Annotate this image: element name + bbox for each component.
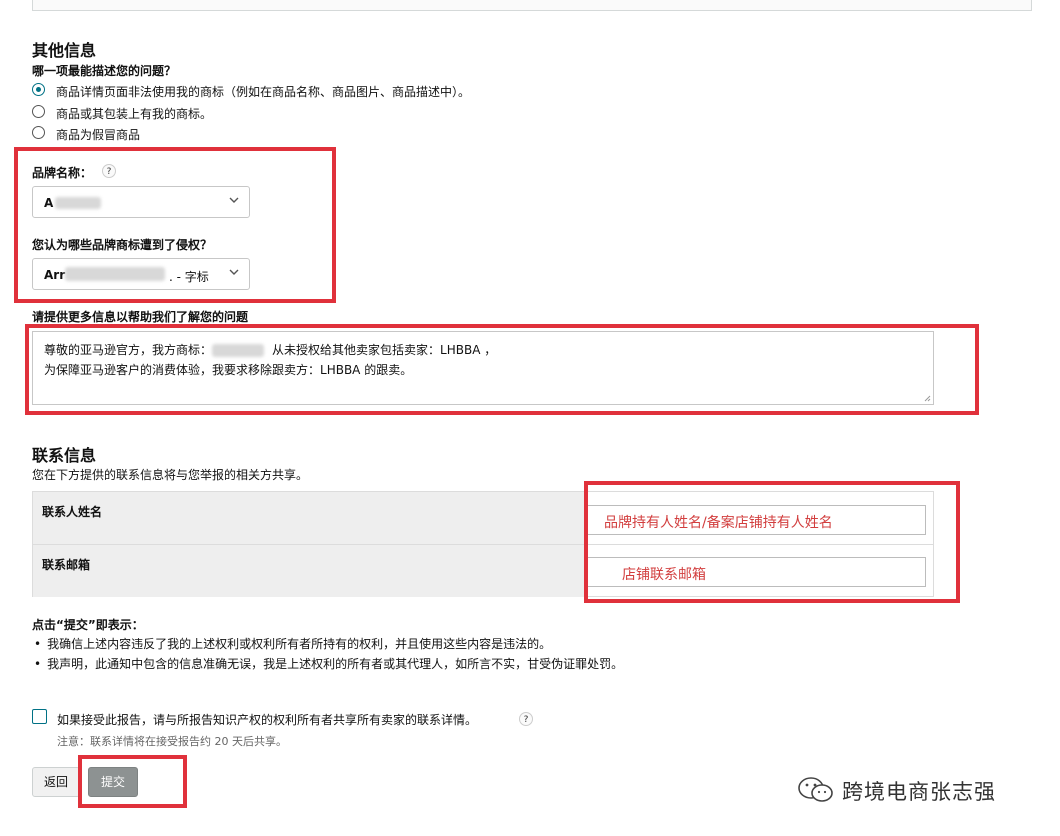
contact-email-label: 联系邮箱 (42, 558, 91, 572)
share-note: 注意：联系详情将在接受报告约 20 天后共享。 (57, 735, 287, 748)
previous-section-box (32, 0, 1032, 11)
issue-option-label: 商品或其包装上有我的商标。 (56, 107, 213, 121)
highlight-box-info (25, 324, 979, 415)
other-info-heading: 其他信息 (32, 41, 97, 60)
radio-unselected[interactable] (32, 126, 45, 139)
share-contact-checkbox[interactable] (32, 709, 47, 724)
highlight-box-submit (78, 755, 187, 808)
issue-option-label: 商品详情页面非法使用我的商标（例如在商品名称、商品图片、商品描述中）。 (56, 85, 471, 99)
help-icon[interactable]: ? (519, 712, 533, 726)
issue-option-label: 商品为假冒商品 (56, 128, 141, 142)
radio-unselected[interactable] (32, 105, 45, 118)
highlight-box-brand (14, 147, 336, 303)
highlight-box-contact (584, 481, 960, 603)
contact-subtitle: 您在下方提供的联系信息将与您举报的相关方共享。 (32, 468, 309, 482)
declaration-title: 点击“提交”即表示： (32, 618, 144, 632)
issue-question: 哪一项最能描述您的问题？ (32, 64, 177, 78)
radio-selected[interactable] (32, 83, 45, 96)
contact-name-label: 联系人姓名 (42, 505, 103, 519)
wechat-icon (798, 777, 833, 802)
more-info-label: 请提供更多信息以帮助我们了解您的问题 (32, 310, 249, 324)
watermark-text: 跨境电商张志强 (842, 780, 996, 804)
contact-heading: 联系信息 (32, 446, 97, 465)
declaration-item: 我确信上述内容违反了我的上述权利或权利所有者所持有的权利，并且使用这些内容是违法… (34, 635, 551, 652)
declaration-item: 我声明，此通知中包含的信息准确无误，我是上述权利的所有者或其代理人，如所言不实，… (34, 655, 623, 672)
share-contact-label: 如果接受此报告，请与所报告知识产权的权利所有者共享所有卖家的联系详情。 (57, 713, 478, 727)
back-button[interactable]: 返回 (32, 767, 80, 797)
